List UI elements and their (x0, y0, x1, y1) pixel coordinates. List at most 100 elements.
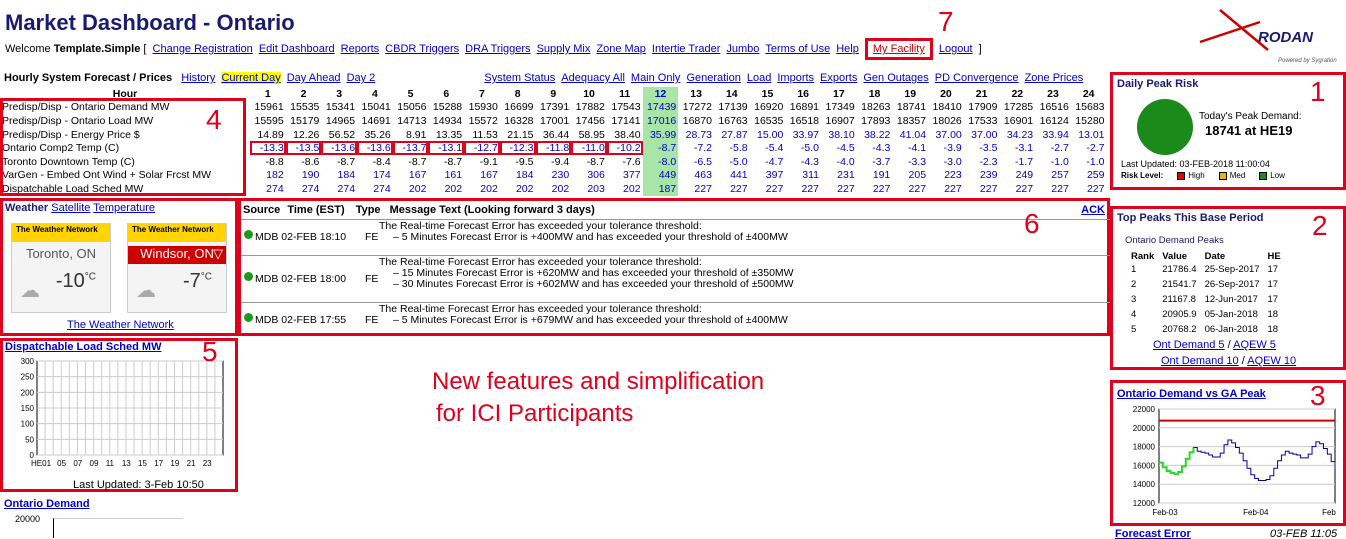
msg-type: FE (365, 273, 379, 285)
forecast-cell: -2.3 (979, 155, 998, 168)
y-tick: 100 (21, 420, 35, 429)
forecast-cell: 16699 (504, 101, 534, 114)
ont-demand-ytick: 20000 (15, 514, 41, 524)
ga-chart-title[interactable]: Ontario Demand vs GA Peak (1117, 388, 1266, 400)
ont-demand-10-link[interactable]: Ont Demand 10 (1161, 355, 1239, 367)
top-peaks-title: Top Peaks This Base Period (1117, 212, 1264, 224)
annotation-num-5: 5 (202, 336, 218, 367)
forecast-cell: 239 (979, 169, 998, 182)
top-nav: Welcome Template.Simple [ Change Registr… (5, 38, 982, 60)
peak-cell: 20768.2 (1162, 324, 1197, 335)
risk-swatch-med (1218, 171, 1227, 180)
forecast-cell: 17139 (718, 101, 748, 114)
ont-demand-5-link[interactable]: Ont Demand 5 (1153, 339, 1225, 351)
weather-card-toronto[interactable]: The Weather Network Toronto, ON ☁ -10°C (11, 223, 111, 313)
forecast-cell: 17391 (539, 101, 570, 114)
forecast-cell: -8.7 (642, 141, 679, 155)
nav-link-change-registration[interactable]: Change Registration (153, 43, 253, 55)
nav-link-cbdr-triggers[interactable]: CBDR Triggers (385, 43, 459, 55)
x-tick: 07 (73, 459, 82, 467)
col-time: Time (EST) (287, 204, 345, 216)
forecast-cell: 18263 (861, 101, 891, 114)
nav-link-jumbo[interactable]: Jumbo (726, 43, 759, 55)
forecast-cell: 306 (587, 169, 605, 182)
forecast-cell: 311 (802, 169, 819, 182)
msg-line: – 5 Minutes Forecast Error is +679MW and… (393, 314, 788, 326)
hour-cell: 20 (940, 87, 952, 100)
forecast-cell: 187 (642, 182, 679, 196)
forecast-cell: -13.6 (321, 141, 358, 155)
msg-source: MDB (255, 231, 279, 243)
aqew-10-link[interactable]: AQEW 10 (1247, 355, 1296, 367)
peak-demand-label: Today's Peak Demand: (1199, 111, 1302, 122)
forecast-cell: -8.7 (444, 155, 463, 168)
forecast-cell: 16535 (754, 114, 784, 127)
x-tick: 17 (154, 459, 163, 467)
nav-link-dra-triggers[interactable]: DRA Triggers (465, 43, 530, 55)
forecast-cell: 18357 (896, 114, 927, 127)
peak-cell: 3 (1131, 294, 1137, 305)
cloud-snow-icon: ☁ (136, 280, 156, 302)
message-row[interactable]: MDB 02-FEB 18:10 FE The Real-time Forecast… (241, 219, 1113, 253)
forecast-cell: 37.00 (935, 128, 962, 141)
ack-link[interactable]: ACK (1081, 204, 1105, 216)
nav-link-intertie-trader[interactable]: Intertie Trader (652, 43, 720, 55)
y-tick: 50 (25, 435, 34, 444)
forecast-cell: 15683 (1075, 101, 1105, 114)
forecast-cell: 15041 (361, 101, 391, 114)
x-tick: 09 (90, 459, 99, 467)
nav-link-supply-mix[interactable]: Supply Mix (537, 43, 591, 55)
sep: / (1241, 355, 1245, 367)
y-tick: 200 (21, 388, 35, 397)
forecast-cell: -4.5 (836, 142, 855, 155)
weather-card-windsor[interactable]: The Weather Network Windsor, ON ▽ ☁ -7°C (127, 223, 227, 313)
msg-type: FE (365, 231, 379, 243)
nav-link-edit-dashboard[interactable]: Edit Dashboard (259, 43, 335, 55)
logout-link[interactable]: Logout (939, 43, 973, 55)
forecast-cell: 203 (587, 182, 605, 195)
message-panel: Source Time (EST) Type Message Text (Loo… (238, 198, 1113, 336)
nav-link-reports[interactable]: Reports (341, 43, 380, 55)
peak-cell: 17 (1267, 264, 1279, 275)
forecast-cell: 34.23 (1006, 128, 1034, 141)
forecast-cell: 274 (337, 182, 356, 195)
satellite-tab[interactable]: Satellite (51, 202, 90, 214)
my-facility-link[interactable]: My Facility (864, 38, 933, 60)
nav-link-zone-map[interactable]: Zone Map (596, 43, 646, 55)
message-row[interactable]: MDB 02-FEB 18:00 FE The Real-time Forecast… (241, 255, 1113, 300)
message-row[interactable]: MDB 02-FEB 17:55 FE The Real-time Forecast… (241, 302, 1113, 336)
forecast-cell: -12.3 (499, 141, 536, 155)
forecast-cell: 8.91 (406, 128, 427, 141)
ontario-demand-title[interactable]: Ontario Demand (4, 498, 90, 510)
forecast-cell: 202 (408, 182, 427, 195)
forecast-cell: 184 (337, 169, 356, 182)
x-tick: 11 (106, 459, 115, 467)
nav-link-help[interactable]: Help (836, 43, 859, 55)
forecast-cell: 17272 (682, 101, 712, 114)
temperature-tab[interactable]: Temperature (93, 202, 155, 214)
forecast-cell: -8.0 (642, 154, 679, 169)
forecast-cell: 274 (266, 182, 284, 195)
peak-cell: 20905.9 (1162, 309, 1197, 320)
nav-links: Change Registration Edit Dashboard Reports… (150, 43, 862, 55)
forecast-cell: 15.00 (757, 128, 784, 141)
forecast-cell: 202 (480, 182, 498, 195)
annotation-num-4: 4 (206, 104, 222, 135)
msg-source: MDB (255, 314, 279, 326)
forecast-cell: 17543 (611, 101, 641, 114)
aqew-5-link[interactable]: AQEW 5 (1233, 339, 1276, 351)
forecast-cell: 182 (266, 169, 284, 182)
forecast-cell: 13.01 (1078, 128, 1105, 141)
weather-network-link[interactable]: The Weather Network (67, 319, 174, 331)
y-tick: 16000 (1133, 461, 1156, 470)
dlsm-title[interactable]: Dispatchable Load Sched MW (5, 341, 161, 353)
forecast-error-title[interactable]: Forecast Error (1115, 528, 1191, 539)
hour-cell: 11 (619, 87, 631, 100)
peak-row: 4 20905.9 05-Jan-2018 18 (1127, 307, 1285, 322)
weather-tab[interactable]: Weather (5, 202, 48, 214)
msg-source: MDB (255, 273, 279, 285)
nav-link-terms-of-use[interactable]: Terms of Use (765, 43, 830, 55)
forecast-cell: 18741 (896, 101, 927, 114)
my-facility-label[interactable]: My Facility (873, 43, 925, 55)
risk-indicator-icon (1137, 99, 1193, 155)
